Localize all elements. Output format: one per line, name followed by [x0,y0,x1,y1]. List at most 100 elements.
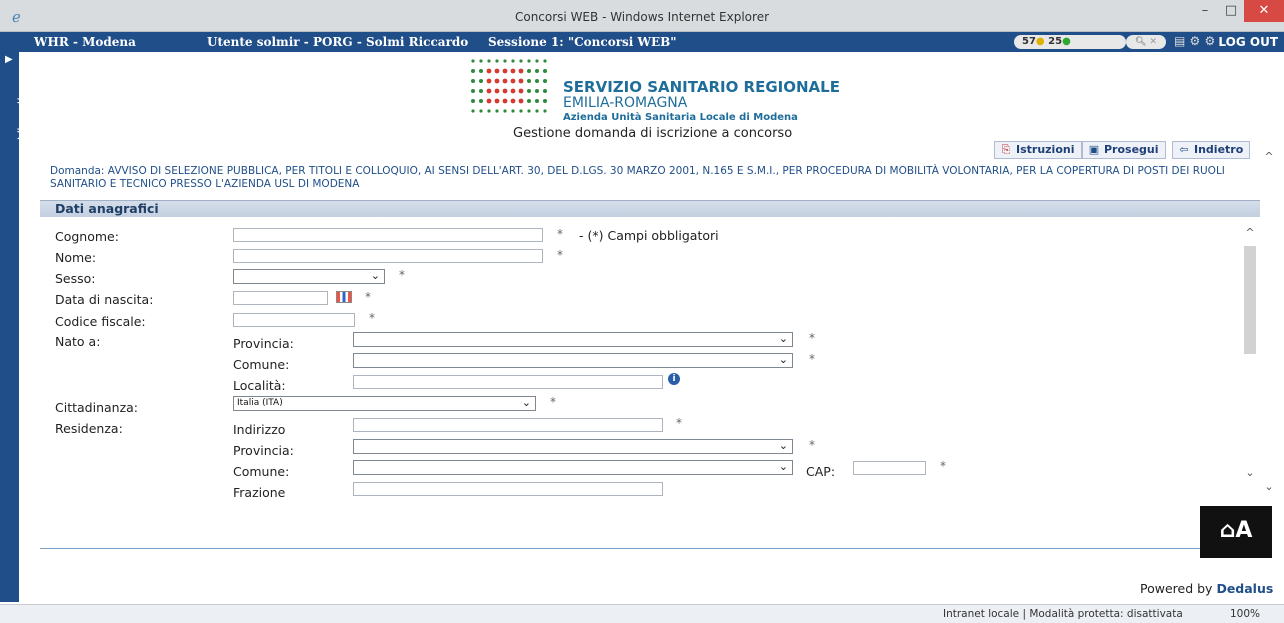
cap-label: CAP: [806,464,836,479]
scroll-thumb[interactable] [1244,246,1256,354]
required-marker: * [399,268,405,282]
residenza-comune-label: Comune: [233,464,290,479]
brand-name: Dedalus [1216,581,1274,596]
required-marker: * [550,395,556,409]
site-name: WHR - Modena [34,35,136,49]
residenza-comune-select[interactable]: ⌄ [353,460,793,475]
app-tools-icon[interactable]: ▤ ⚙ ⚙ [1174,34,1215,48]
form-panel: Cognome: * - (*) Campi obbligatori Nome:… [40,218,1258,498]
zoom-level[interactable]: 100% [1230,608,1260,620]
footer-divider [40,548,1260,549]
indirizzo-input[interactable] [353,418,663,432]
maximize-button[interactable]: □ [1218,0,1244,22]
scroll-down-icon[interactable]: ⌄ [1242,466,1258,479]
calendar-icon[interactable] [336,291,352,303]
browser-window: ℯ Concorsi WEB - Windows Internet Explor… [0,0,1284,623]
side-panel[interactable]: ▶ Visualizza [0,52,32,602]
window-title: Concorsi WEB - Windows Internet Explorer [514,10,770,24]
chevron-down-icon: ⌄ [778,332,788,345]
ssr-logo [471,59,547,113]
cognome-input[interactable] [233,228,543,242]
arrow-right-icon[interactable]: ▶ [5,54,13,65]
nascita-provincia-label: Provincia: [233,336,294,351]
section-header: Dati anagrafici [40,200,1260,217]
codice-fiscale-input[interactable] [233,313,355,327]
required-marker: * [809,331,815,345]
indietro-button[interactable]: ⇦ Indietro [1172,141,1251,159]
cittadinanza-select[interactable]: Italia (ITA) ⌄ [233,396,536,411]
istruzioni-button[interactable]: ⎘ Istruzioni [994,141,1082,159]
org-region: EMILIA-ROMAGNA [563,95,688,111]
data-nascita-label: Data di nascita: [55,292,154,307]
app-header-bar: WHR - Modena Utente solmir - PORG - Solm… [0,32,1284,52]
istruzioni-label: Istruzioni [1016,143,1075,156]
required-marker: * [365,290,371,304]
window-titlebar: ℯ Concorsi WEB - Windows Internet Explor… [0,0,1284,32]
domanda-text: Domanda: AVVISO DI SELEZIONE PUBBLICA, P… [50,165,1225,190]
logout-button[interactable]: LOG OUT [1218,35,1278,49]
localita-input[interactable] [353,375,663,389]
powered-by: Powered by Dedalus [1140,581,1273,596]
prosegui-button[interactable]: ▣ Prosegui [1082,141,1166,159]
pdf-icon: ⎘ [1001,143,1011,156]
prosegui-label: Prosegui [1104,143,1159,156]
required-marker: * [940,459,946,473]
chevron-down-icon: ⌄ [370,269,380,282]
nato-a-label: Nato a: [55,334,101,349]
frazione-input[interactable] [353,482,663,496]
green-dot-icon: ● [1062,36,1071,47]
info-icon[interactable]: i [668,373,680,385]
cognome-label: Cognome: [55,229,119,244]
chevron-down-icon: ⌄ [778,353,788,366]
chevron-down-icon: ⌄ [521,396,531,409]
residenza-provincia-select[interactable]: ⌄ [353,439,793,454]
security-zone: Intranet locale | Modalità protetta: dis… [943,608,1183,620]
minimize-button[interactable]: – [1192,0,1218,22]
residenza-label: Residenza: [55,421,123,436]
scroll-down-icon[interactable]: ⌄ [1261,480,1277,493]
nascita-comune-label: Comune: [233,357,290,372]
required-marker: * [557,248,563,262]
counter-1: 57 [1022,36,1036,47]
powered-by-label: Powered by [1140,581,1213,596]
chevron-down-icon: ⌄ [778,439,788,452]
scroll-up-icon[interactable]: ^ [1242,226,1258,239]
sesso-select[interactable]: ⌄ [233,269,385,284]
save-icon: ▣ [1088,143,1100,156]
required-marker: * [809,438,815,452]
localita-label: Località: [233,378,286,393]
accessibility-icon[interactable]: ⌂A [1200,506,1272,558]
cittadinanza-value: Italia (ITA) [237,398,283,408]
page-header: SERVIZIO SANITARIO REGIONALE EMILIA-ROMA… [19,52,1284,142]
sesso-label: Sesso: [55,271,96,286]
close-button[interactable]: ✕ [1244,0,1284,22]
page-scrollbar[interactable]: ^ ⌄ [1261,150,1281,500]
user-info: Utente solmir - PORG - Solmi Riccardo [207,35,469,49]
search-icon[interactable]: 🔍︎ ✕ [1126,35,1166,49]
nome-input[interactable] [233,249,543,263]
required-marker: * [676,416,682,430]
required-marker: * [369,311,375,325]
nome-label: Nome: [55,250,97,265]
yellow-dot-icon: ● [1035,36,1045,47]
window-controls: – □ ✕ [1192,0,1284,24]
required-marker: * [809,352,815,366]
org-name: SERVIZIO SANITARIO REGIONALE [563,78,840,96]
frazione-label: Frazione [233,485,286,498]
status-bar: Intranet locale | Modalità protetta: dis… [0,604,1284,623]
required-marker: * [557,227,563,241]
chevron-down-icon: ⌄ [778,460,788,473]
cittadinanza-label: Cittadinanza: [55,400,139,415]
notification-counters[interactable]: 57● 25● [1014,35,1126,49]
indietro-label: Indietro [1194,143,1244,156]
form-scrollbar[interactable]: ^ ⌄ [1242,226,1258,488]
scroll-up-icon[interactable]: ^ [1261,150,1277,163]
nascita-comune-select[interactable]: ⌄ [353,353,793,368]
data-nascita-input[interactable] [233,291,328,305]
session-info: Sessione 1: "Concorsi WEB" [488,35,677,49]
nascita-provincia-select[interactable]: ⌄ [353,332,793,347]
residenza-provincia-label: Provincia: [233,443,294,458]
cap-input[interactable] [853,461,926,475]
counter-2: 25 [1048,36,1063,47]
indirizzo-label: Indirizzo [233,422,286,437]
